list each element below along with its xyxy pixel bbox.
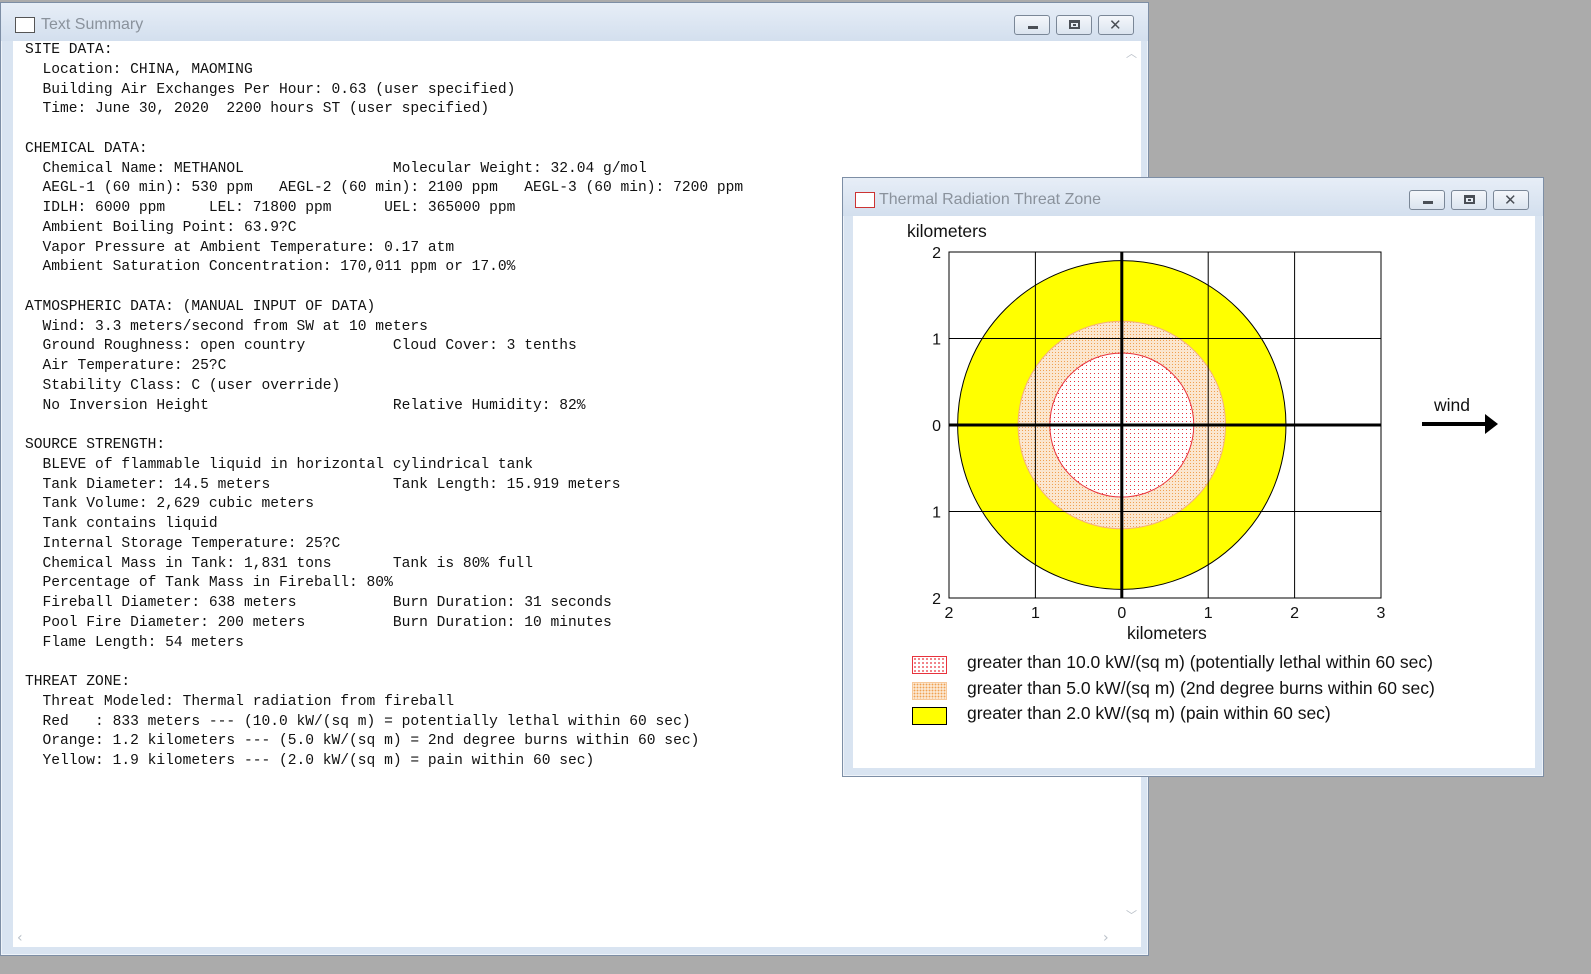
y-tick-label: 2 bbox=[932, 591, 941, 608]
maximize-icon bbox=[1464, 195, 1475, 204]
summary-text: SITE DATA: Location: CHINA, MAOMING Buil… bbox=[25, 41, 743, 772]
summary-line: Internal Storage Temperature: 25?C bbox=[25, 535, 341, 552]
summary-line: Tank Diameter: 14.5 meters Tank Length: … bbox=[25, 476, 621, 493]
summary-line: THREAT ZONE: bbox=[25, 674, 131, 690]
summary-line: Flame Length: 54 meters bbox=[25, 634, 244, 651]
summary-line: Pool Fire Diameter: 200 meters Burn Dura… bbox=[25, 614, 612, 631]
close-button[interactable]: ✕ bbox=[1493, 190, 1529, 210]
summary-line: AEGL-1 (60 min): 530 ppm AEGL-2 (60 min)… bbox=[25, 180, 744, 197]
summary-line bbox=[25, 416, 743, 436]
scroll-right-arrow-icon[interactable]: › bbox=[1103, 930, 1109, 946]
summary-line: Time: June 30, 2020 2200 hours ST (user … bbox=[25, 101, 490, 118]
y-tick-label: 1 bbox=[932, 332, 941, 349]
summary-line: IDLH: 6000 ppm LEL: 71800 ppm UEL: 36500… bbox=[25, 200, 516, 216]
x-tick-label: 1 bbox=[1204, 605, 1213, 622]
summary-line bbox=[25, 120, 743, 140]
legend-swatch bbox=[912, 707, 947, 725]
summary-line: CHEMICAL DATA: bbox=[25, 140, 148, 157]
x-tick-label: 1 bbox=[1031, 605, 1040, 622]
summary-line: Orange: 1.2 kilometers --- (5.0 kW/(sq m… bbox=[25, 733, 700, 750]
scroll-up-arrow-icon[interactable]: ︿ bbox=[1126, 45, 1137, 61]
threat-zone-titlebar[interactable]: Thermal Radiation Threat Zone ✕ bbox=[843, 178, 1543, 216]
minimize-button[interactable] bbox=[1014, 15, 1050, 35]
summary-line: Ground Roughness: open country Cloud Cov… bbox=[25, 338, 577, 355]
summary-line: Fireball Diameter: 638 meters Burn Durat… bbox=[25, 595, 612, 611]
summary-line: Vapor Pressure at Ambient Temperature: 0… bbox=[25, 239, 455, 256]
summary-line: Tank Volume: 2,629 cubic meters bbox=[25, 496, 315, 513]
app-icon bbox=[15, 17, 35, 33]
app-icon bbox=[855, 192, 875, 208]
horizontal-scrollbar[interactable]: ‹ › bbox=[13, 929, 1141, 947]
summary-line: SOURCE STRENGTH: bbox=[25, 437, 166, 453]
window-title: Text Summary bbox=[41, 16, 144, 33]
summary-line: SITE DATA: bbox=[25, 42, 113, 58]
y-tick-label: 2 bbox=[932, 245, 941, 262]
x-axis-label: kilometers bbox=[1127, 623, 1207, 643]
y-tick-label: 0 bbox=[932, 418, 941, 435]
text-summary-titlebar[interactable]: Text Summary ✕ bbox=[1, 3, 1148, 41]
summary-line: Location: CHINA, MAOMING bbox=[25, 61, 253, 78]
legend-label: greater than 2.0 kW/(sq m) (pain within … bbox=[967, 703, 1331, 723]
summary-line: BLEVE of flammable liquid in horizontal … bbox=[25, 456, 533, 473]
window-title: Thermal Radiation Threat Zone bbox=[879, 191, 1102, 208]
summary-line: Stability Class: C (user override) bbox=[25, 377, 341, 394]
minimize-icon bbox=[1423, 201, 1433, 204]
legend-label: greater than 10.0 kW/(sq m) (potentially… bbox=[967, 652, 1433, 672]
summary-line: Chemical Name: METHANOL Molecular Weight… bbox=[25, 160, 647, 177]
summary-line: Ambient Saturation Concentration: 170,01… bbox=[25, 259, 516, 276]
x-tick-label: 0 bbox=[1117, 605, 1126, 622]
summary-line: Threat Modeled: Thermal radiation from f… bbox=[25, 693, 455, 710]
summary-line: Percentage of Tank Mass in Fireball: 80% bbox=[25, 575, 393, 592]
legend-swatch bbox=[912, 656, 947, 674]
wind-arrow-icon bbox=[1422, 414, 1498, 434]
wind-label: wind bbox=[1433, 395, 1470, 415]
summary-line bbox=[25, 653, 743, 673]
summary-line: ATMOSPHERIC DATA: (MANUAL INPUT OF DATA) bbox=[25, 298, 376, 315]
y-tick-label: 1 bbox=[932, 505, 941, 522]
legend-label: greater than 5.0 kW/(sq m) (2nd degree b… bbox=[967, 677, 1435, 698]
summary-line: Red : 833 meters --- (10.0 kW/(sq m) = p… bbox=[25, 713, 691, 730]
minimize-button[interactable] bbox=[1409, 190, 1445, 210]
close-button[interactable]: ✕ bbox=[1098, 15, 1134, 35]
scroll-left-arrow-icon[interactable]: ‹ bbox=[17, 930, 23, 946]
close-icon: ✕ bbox=[1109, 16, 1122, 34]
y-axis-label: kilometers bbox=[907, 221, 987, 241]
summary-line bbox=[25, 278, 743, 298]
x-tick-label: 2 bbox=[1290, 605, 1299, 622]
summary-line: Tank contains liquid bbox=[25, 516, 218, 532]
maximize-button[interactable] bbox=[1056, 15, 1092, 35]
threat-zone-window[interactable]: Thermal Radiation Threat Zone ✕ 2 1 0 1 2 3 2 1… bbox=[842, 177, 1544, 777]
maximize-icon bbox=[1069, 20, 1080, 29]
maximize-button[interactable] bbox=[1451, 190, 1487, 210]
summary-line: Yellow: 1.9 kilometers --- (2.0 kW/(sq m… bbox=[25, 753, 595, 769]
minimize-icon bbox=[1028, 26, 1038, 29]
threat-zone-plot-area: 2 1 0 1 2 3 2 1 0 1 2 kilometers kilometers wind g… bbox=[853, 216, 1535, 768]
x-tick-label: 3 bbox=[1377, 605, 1386, 622]
summary-line: Ambient Boiling Point: 63.9?C bbox=[25, 219, 297, 236]
summary-line: Chemical Mass in Tank: 1,831 tons Tank i… bbox=[25, 555, 533, 572]
summary-line: Building Air Exchanges Per Hour: 0.63 (u… bbox=[25, 81, 516, 98]
summary-line: Air Temperature: 25?C bbox=[25, 358, 227, 374]
legend-swatch bbox=[912, 681, 947, 700]
scroll-down-arrow-icon[interactable]: ﹀ bbox=[1126, 907, 1137, 923]
x-tick-label: 2 bbox=[945, 605, 954, 622]
summary-line: No Inversion Height Relative Humidity: 8… bbox=[25, 397, 586, 414]
close-icon: ✕ bbox=[1504, 191, 1517, 209]
summary-line: Wind: 3.3 meters/second from SW at 10 me… bbox=[25, 318, 428, 335]
